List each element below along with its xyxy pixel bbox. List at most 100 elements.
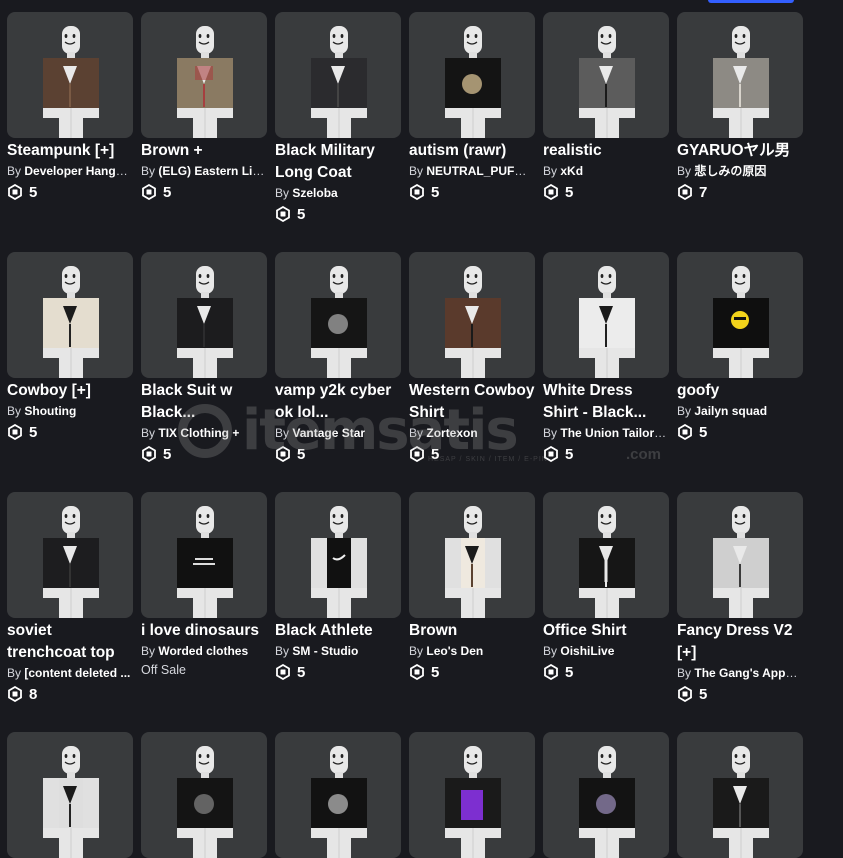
catalog-item-card[interactable]: realistic By xKd 5 [543, 12, 669, 202]
item-name[interactable]: Office Shirt [543, 620, 671, 642]
creator-link[interactable]: SM - Studio [292, 644, 358, 658]
avatar-preview [579, 506, 635, 618]
creator-link[interactable]: (ELG) Eastern Lib... [158, 164, 265, 178]
item-thumbnail[interactable] [409, 732, 535, 858]
catalog-item-card[interactable]: goofy By Jailyn squad 5 [677, 252, 803, 442]
catalog-item-card[interactable] [141, 732, 267, 858]
avatar-preview [579, 266, 635, 378]
catalog-item-card[interactable]: Western Cowboy Shirt By Zortexon 5 [409, 252, 535, 464]
item-name[interactable]: Cowboy [+] [7, 380, 135, 402]
item-thumbnail[interactable] [409, 492, 535, 618]
item-price: 5 [7, 182, 133, 202]
item-name[interactable]: goofy [677, 380, 805, 402]
item-price: 5 [543, 662, 669, 682]
item-creator: By TIX Clothing + [141, 424, 265, 442]
item-name[interactable]: soviet trenchcoat top [7, 620, 135, 664]
catalog-item-card[interactable]: autism (rawr) By NEUTRAL_PUFFE... 5 [409, 12, 535, 202]
item-thumbnail[interactable] [141, 252, 267, 378]
item-name[interactable]: realistic [543, 140, 671, 162]
item-thumbnail[interactable] [677, 732, 803, 858]
catalog-item-card[interactable]: Brown + By (ELG) Eastern Lib... 5 [141, 12, 267, 202]
catalog-item-card[interactable]: White Dress Shirt - Black... By The Union… [543, 252, 669, 464]
item-thumbnail[interactable] [677, 12, 803, 138]
creator-link[interactable]: OishiLive [560, 644, 614, 658]
item-creator: By (ELG) Eastern Lib... [141, 162, 265, 180]
item-name[interactable]: i love dinosaurs [141, 620, 269, 642]
item-thumbnail[interactable] [7, 252, 133, 378]
item-name[interactable]: Black Military Long Coat [275, 140, 403, 184]
catalog-item-card[interactable]: GYARUOヤル男 By 悲しみの原因 7 [677, 12, 803, 202]
item-name[interactable]: Black Athlete [275, 620, 403, 642]
catalog-item-card[interactable] [275, 732, 401, 858]
item-name[interactable]: Black Suit w Black... [141, 380, 269, 424]
robux-icon [142, 446, 156, 462]
creator-link[interactable]: Vantage Star [292, 426, 365, 440]
price-value: 5 [297, 445, 306, 463]
item-thumbnail[interactable] [7, 12, 133, 138]
item-thumbnail[interactable] [141, 732, 267, 858]
item-name[interactable]: Brown + [141, 140, 269, 162]
robux-icon [410, 664, 424, 680]
catalog-item-card[interactable]: i love dinosaurs By Worded clothes Off Sal… [141, 492, 267, 677]
creator-link[interactable]: xKd [560, 164, 583, 178]
creator-link[interactable]: Worded clothes [158, 644, 248, 658]
catalog-item-card[interactable]: Black Military Long Coat By Szeloba 5 [275, 12, 401, 224]
avatar-preview [713, 26, 769, 138]
item-thumbnail[interactable] [275, 252, 401, 378]
creator-link[interactable]: 悲しみの原因 [694, 164, 766, 178]
item-thumbnail[interactable] [409, 252, 535, 378]
catalog-item-card[interactable]: Brown By Leo's Den 5 [409, 492, 535, 682]
creator-link[interactable]: [content deleted ... [24, 666, 130, 680]
catalog-item-card[interactable]: vamp y2k cyber ok lol... By Vantage Star … [275, 252, 401, 464]
creator-link[interactable]: Leo's Den [426, 644, 483, 658]
item-thumbnail[interactable] [543, 732, 669, 858]
item-name[interactable]: Brown [409, 620, 537, 642]
catalog-item-card[interactable] [409, 732, 535, 858]
item-thumbnail[interactable] [275, 732, 401, 858]
avatar-preview [177, 506, 233, 618]
creator-link[interactable]: The Gang's Appar... [694, 666, 801, 680]
item-thumbnail[interactable] [141, 492, 267, 618]
item-thumbnail[interactable] [141, 12, 267, 138]
item-thumbnail[interactable] [543, 252, 669, 378]
catalog-item-card[interactable] [677, 732, 803, 858]
catalog-item-card[interactable]: Office Shirt By OishiLive 5 [543, 492, 669, 682]
item-thumbnail[interactable] [7, 492, 133, 618]
by-label: By [275, 644, 290, 658]
creator-link[interactable]: NEUTRAL_PUFFE... [426, 164, 533, 178]
catalog-item-card[interactable]: Cowboy [+] By Shouting 5 [7, 252, 133, 442]
item-name[interactable]: autism (rawr) [409, 140, 537, 162]
item-thumbnail[interactable] [275, 12, 401, 138]
creator-link[interactable]: TIX Clothing + [158, 426, 239, 440]
item-name[interactable]: Fancy Dress V2 [+] [677, 620, 805, 664]
item-thumbnail[interactable] [677, 252, 803, 378]
catalog-item-card[interactable] [543, 732, 669, 858]
item-thumbnail[interactable] [543, 492, 669, 618]
catalog-item-card[interactable]: Fancy Dress V2 [+] By The Gang's Appar...… [677, 492, 803, 704]
catalog-item-card[interactable] [7, 732, 133, 858]
price-value: 5 [699, 685, 708, 703]
avatar-preview [43, 266, 99, 378]
catalog-item-card[interactable]: Black Athlete By SM - Studio 5 [275, 492, 401, 682]
item-name[interactable]: GYARUOヤル男 [677, 140, 805, 162]
item-thumbnail[interactable] [7, 732, 133, 858]
item-name[interactable]: Steampunk [+] [7, 140, 135, 162]
item-thumbnail[interactable] [275, 492, 401, 618]
avatar-preview [177, 746, 233, 858]
creator-link[interactable]: Szeloba [292, 186, 337, 200]
item-name[interactable]: Western Cowboy Shirt [409, 380, 537, 424]
creator-link[interactable]: The Union Tailori... [560, 426, 667, 440]
creator-link[interactable]: Shouting [24, 404, 76, 418]
item-thumbnail[interactable] [409, 12, 535, 138]
catalog-item-card[interactable]: Black Suit w Black... By TIX Clothing + 5 [141, 252, 267, 464]
avatar-preview [43, 26, 99, 138]
catalog-item-card[interactable]: soviet trenchcoat top By [content deleted… [7, 492, 133, 704]
creator-link[interactable]: Zortexon [426, 426, 477, 440]
creator-link[interactable]: Developer Hango... [24, 164, 131, 178]
catalog-item-card[interactable]: Steampunk [+] By Developer Hango... 5 [7, 12, 133, 202]
item-name[interactable]: White Dress Shirt - Black... [543, 380, 671, 424]
item-thumbnail[interactable] [543, 12, 669, 138]
creator-link[interactable]: Jailyn squad [694, 404, 767, 418]
item-name[interactable]: vamp y2k cyber ok lol... [275, 380, 403, 424]
item-thumbnail[interactable] [677, 492, 803, 618]
